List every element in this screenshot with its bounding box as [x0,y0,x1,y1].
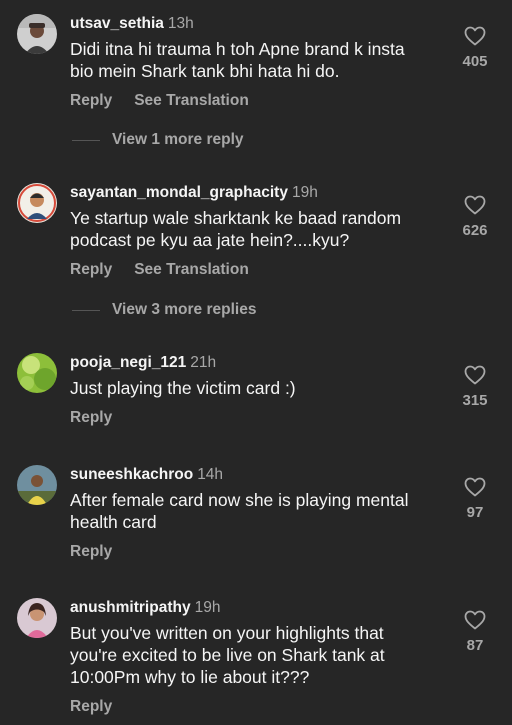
heart-icon[interactable] [463,24,487,48]
like-count: 405 [462,53,488,70]
comment-time: 19h [194,599,221,616]
comment-time: 14h [197,466,224,483]
like-count: 315 [462,392,488,409]
reply-button[interactable]: Reply [70,698,112,715]
comment-text: After female card now she is playing men… [70,490,409,532]
reply-button[interactable]: Reply [70,261,112,278]
comment-time: 19h [291,184,318,201]
view-replies-label: View 1 more reply [112,131,244,148]
view-replies-button[interactable]: View 1 more reply [72,130,372,150]
avatar[interactable] [17,183,57,223]
person-avatar-icon [17,598,57,638]
heart-icon[interactable] [463,608,487,632]
like-count: 97 [466,504,484,521]
like-control: 626 [455,193,495,240]
divider-line [72,309,100,311]
comment-username[interactable]: pooja_negi_121 [70,354,186,371]
reply-button[interactable]: Reply [70,543,112,560]
comment-time: 13h [167,15,194,32]
illustrated-avatar-icon [17,183,57,223]
comment-text: Didi itna hi trauma h toh Apne brand k i… [70,39,405,81]
comment-text: Ye startup wale sharktank ke baad random… [70,208,402,250]
divider-line [72,139,100,141]
like-control: 405 [455,24,495,71]
comment-text: Just playing the victim card :) [70,378,296,398]
heart-icon[interactable] [463,193,487,217]
reply-button[interactable]: Reply [70,92,112,109]
see-translation-button[interactable]: See Translation [134,92,249,109]
see-translation-button[interactable]: See Translation [134,261,249,278]
comment-username[interactable]: utsav_sethia [70,15,164,32]
like-control: 315 [455,363,495,410]
view-replies-label: View 3 more replies [112,301,257,318]
comment-username[interactable]: suneeshkachroo [70,466,193,483]
avatar[interactable] [17,465,57,505]
avatar[interactable] [17,598,57,638]
comment-text: But you've written on your highlights th… [70,623,385,687]
like-count: 87 [466,637,484,654]
person-avatar-icon [17,465,57,505]
avatar[interactable] [17,353,57,393]
comment-username[interactable]: sayantan_mondal_graphacity [70,184,288,201]
comment-time: 21h [190,354,217,371]
heart-icon[interactable] [463,475,487,499]
reply-button[interactable]: Reply [70,409,112,426]
avatar[interactable] [17,14,57,54]
like-control: 97 [455,475,495,522]
person-avatar-icon [17,14,57,54]
like-control: 87 [455,608,495,655]
view-replies-button[interactable]: View 3 more replies [72,300,372,320]
heart-icon[interactable] [463,363,487,387]
comment-username[interactable]: anushmitripathy [70,599,191,616]
green-leaf-avatar-icon [17,353,57,393]
comments-feed: utsav_sethia 13h Didi itna hi trauma h to… [0,0,512,725]
like-count: 626 [462,222,488,239]
